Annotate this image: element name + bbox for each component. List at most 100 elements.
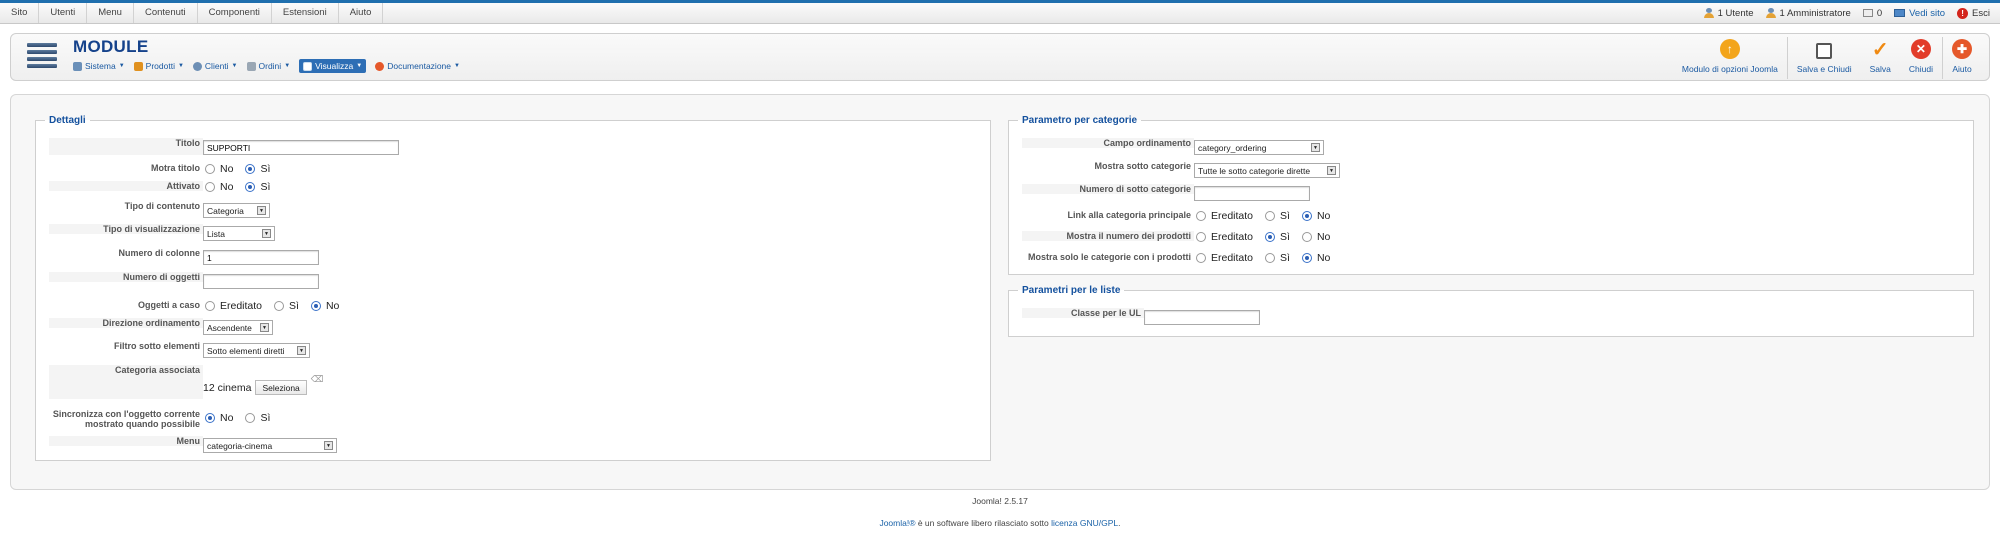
details-legend: Dettagli — [49, 115, 86, 126]
sincronizza-si-radio[interactable] — [245, 413, 256, 423]
menu-item-contenuti[interactable]: Contenuti — [134, 3, 198, 23]
submenu-label: Prodotti — [145, 61, 175, 71]
options-icon: ↑ — [1719, 39, 1740, 59]
radio-label: No — [325, 300, 340, 312]
chevron-down-icon: ▼ — [257, 206, 266, 215]
menu-item-componenti[interactable]: Componenti — [198, 3, 272, 23]
link-si-radio[interactable] — [1265, 211, 1276, 221]
mostra-titolo-no-radio[interactable] — [205, 164, 215, 174]
tipo-visualizzazione-row: Tipo di visualizzazione Lista ▼ — [49, 224, 275, 241]
submenu-documentazione[interactable]: Documentazione ▼ — [375, 61, 460, 71]
menu-select[interactable]: categoria-cinema ▼ — [203, 438, 337, 453]
radio-label: Ereditato — [1211, 210, 1254, 222]
sincronizza-no-radio[interactable] — [205, 413, 215, 423]
titolo-row: Titolo — [49, 138, 399, 155]
save-button[interactable]: ✓ Salva — [1861, 37, 1900, 79]
submenu-prodotti[interactable]: Prodotti ▼ — [133, 61, 184, 71]
mostra-solo-label: Mostra solo le categorie con i prodotti — [1027, 252, 1191, 262]
admins-count: 1 Amministratore — [1779, 7, 1851, 19]
campo-row: Campo ordinamento category_ordering ▼ — [1022, 138, 1324, 155]
clear-icon[interactable]: ⌫ — [311, 374, 324, 385]
seleziona-button[interactable]: Seleziona — [255, 380, 307, 395]
menu-item-utenti[interactable]: Utenti — [39, 3, 88, 23]
users-icon — [1703, 8, 1714, 18]
submenu-sistema[interactable]: Sistema ▼ — [73, 61, 125, 71]
details-fieldset: Dettagli Titolo Motra titolo No Sì Attiv… — [35, 115, 991, 461]
sincronizza-label: Sincronizza con l'oggetto corrente mostr… — [49, 409, 203, 429]
mostra-titolo-si-radio[interactable] — [245, 164, 256, 174]
radio-label: Sì — [260, 181, 271, 193]
menu-item-estensioni[interactable]: Estensioni — [272, 3, 339, 23]
help-button[interactable]: ✚ Aiuto — [1943, 37, 1981, 79]
menu-row: Menu categoria-cinema ▼ — [49, 436, 337, 453]
numero-oggetti-input[interactable] — [203, 274, 319, 289]
chevron-down-icon: ▼ — [260, 323, 269, 332]
radio-label: Sì — [260, 163, 271, 175]
chevron-down-icon: ▼ — [118, 63, 125, 69]
tipo-contenuto-row: Tipo di contenuto Categoria ▼ — [49, 201, 270, 218]
category-params-legend: Parametro per categorie — [1022, 115, 1138, 126]
link-no-radio[interactable] — [1301, 211, 1312, 221]
link-label: Link alla categoria principale — [1067, 210, 1191, 220]
tipo-contenuto-label: Tipo di contenuto — [124, 201, 200, 211]
mostra-sotto-label: Mostra sotto categorie — [1094, 161, 1191, 171]
link-ereditato-radio[interactable] — [1196, 211, 1206, 221]
view-site-link[interactable]: Vedi sito — [1894, 8, 1945, 19]
oggetti-caso-ereditato-radio[interactable] — [205, 301, 215, 311]
mostra-numero-si-radio[interactable] — [1265, 232, 1276, 242]
tools-icon — [73, 61, 82, 71]
oggetti-caso-si-radio[interactable] — [274, 301, 285, 311]
menu-item-sito[interactable]: Sito — [0, 3, 40, 23]
numero-colonne-label: Numero di colonne — [118, 248, 200, 258]
license-period: . — [1118, 518, 1121, 528]
messages-status[interactable]: 0 — [1862, 7, 1883, 19]
menu-item-aiuto[interactable]: Aiuto — [339, 3, 384, 23]
mostra-numero-ereditato-radio[interactable] — [1196, 232, 1206, 242]
mostra-sotto-select[interactable]: Tutte le sotto categorie dirette ▼ — [1194, 163, 1340, 178]
numero-colonne-input[interactable] — [203, 250, 319, 265]
tipo-visualizzazione-select[interactable]: Lista ▼ — [203, 226, 275, 241]
submenu-clienti[interactable]: Clienti ▼ — [192, 61, 238, 71]
admins-status: 1 Amministratore — [1765, 7, 1851, 19]
close-button[interactable]: ✕ Chiudi — [1900, 37, 1943, 79]
attivato-si-radio[interactable] — [245, 182, 256, 192]
campo-select[interactable]: category_ordering ▼ — [1194, 140, 1324, 155]
attivato-row: Attivato No Sì — [49, 181, 276, 193]
radio-label: No — [1316, 210, 1331, 222]
mostra-titolo-label: Motra titolo — [151, 163, 200, 173]
save-close-icon — [1816, 43, 1833, 59]
logout-link[interactable]: ! Esci — [1957, 7, 1990, 19]
attivato-label: Attivato — [49, 181, 203, 191]
chevron-down-icon: ▼ — [177, 63, 184, 69]
radio-label: No — [220, 412, 234, 424]
menu-item-menu[interactable]: Menu — [87, 3, 134, 23]
titolo-input[interactable] — [203, 140, 399, 155]
oggetti-caso-no-radio[interactable] — [310, 301, 321, 311]
tipo-visualizzazione-label: Tipo di visualizzazione — [49, 224, 203, 234]
menu-label: Menu — [49, 436, 203, 446]
attivato-no-radio[interactable] — [205, 182, 215, 192]
save-close-button[interactable]: Salva e Chiudi — [1788, 37, 1861, 79]
admins-icon — [1765, 8, 1776, 18]
sincronizza-label-line2: mostrato quando possibile — [84, 419, 200, 429]
tipo-contenuto-select[interactable]: Categoria ▼ — [203, 203, 270, 218]
submenu-visualizza[interactable]: Visualizza ▼ — [299, 59, 367, 73]
numero-sotto-input[interactable] — [1194, 186, 1310, 201]
mostra-solo-no-radio[interactable] — [1301, 253, 1312, 263]
oggetti-caso-label: Oggetti a caso — [137, 300, 200, 310]
filtro-select[interactable]: Sotto elementi diretti ▼ — [203, 343, 310, 358]
options-button[interactable]: ↑ Modulo di opzioni Joomla — [1673, 37, 1788, 79]
direzione-select[interactable]: Ascendente ▼ — [203, 320, 273, 335]
mostra-numero-label: Mostra il numero dei prodotti — [1022, 231, 1194, 241]
list-params-legend: Parametri per le liste — [1022, 285, 1121, 296]
classe-input[interactable] — [1144, 310, 1260, 325]
messages-count: 0 — [1876, 7, 1883, 19]
radio-label: Sì — [1280, 210, 1290, 222]
chevron-down-icon: ▼ — [262, 229, 271, 238]
mostra-solo-ereditato-radio[interactable] — [1196, 253, 1206, 263]
submenu-ordini[interactable]: Ordini ▼ — [246, 61, 290, 71]
license-link[interactable]: licenza GNU/GPL — [1051, 518, 1118, 528]
mostra-solo-si-radio[interactable] — [1265, 253, 1276, 263]
mostra-numero-no-radio[interactable] — [1301, 232, 1312, 242]
joomla-link[interactable]: Joomla!® — [879, 518, 915, 528]
